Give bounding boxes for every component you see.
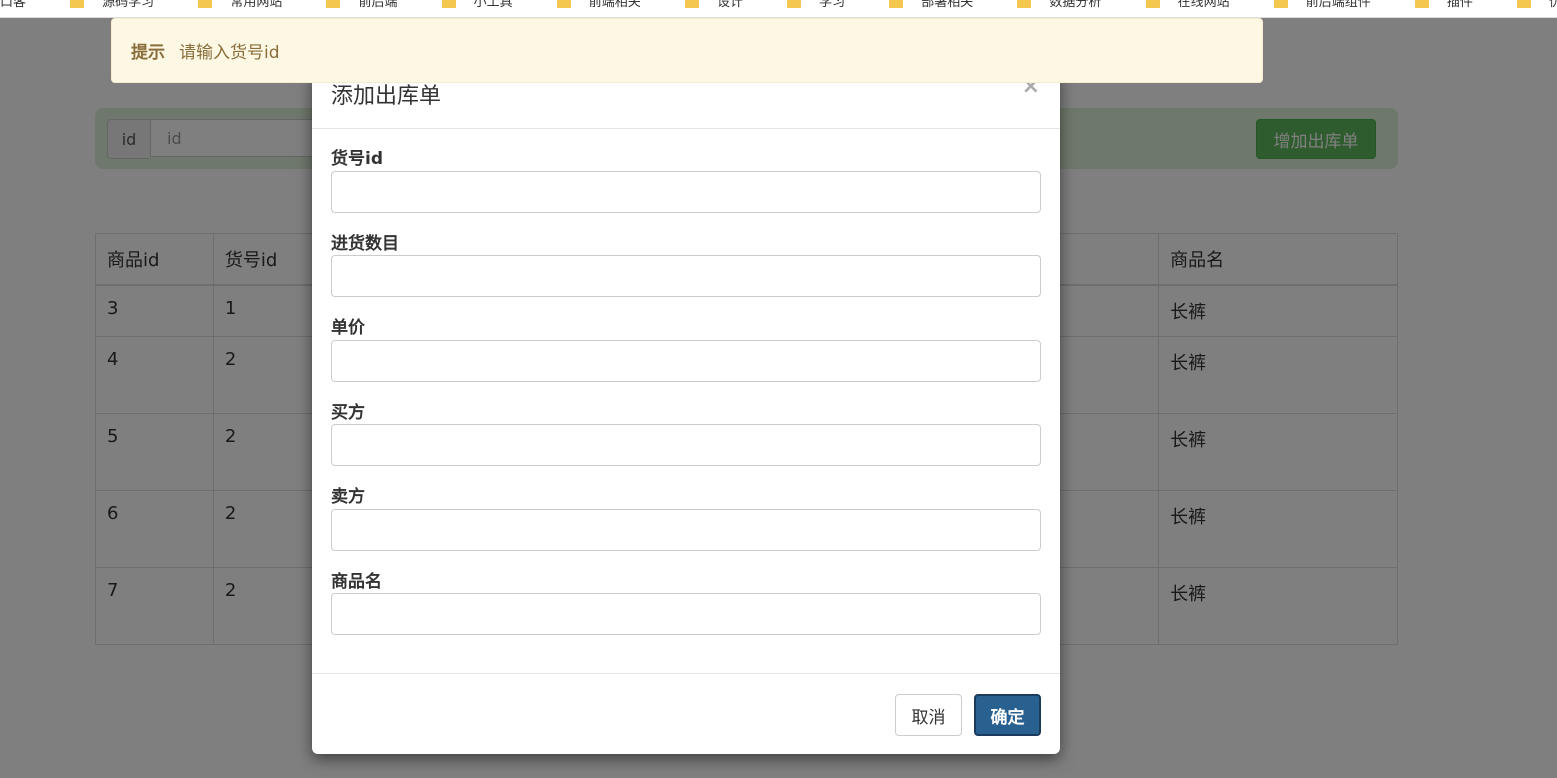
field-label-quantity: 进货数目 (331, 234, 399, 254)
bookmark-item[interactable]: 前后端 (326, 0, 397, 9)
bookmark-item[interactable]: 优化 (1517, 0, 1557, 9)
add-outbound-modal: 添加出库单 × 货号id 进货数目 单价 买方 卖方 商品名 取消 确定 (312, 70, 1060, 754)
field-label-item-id: 货号id (331, 149, 383, 169)
folder-icon (441, 0, 456, 8)
folder-icon (1145, 0, 1160, 8)
folder-icon (198, 0, 213, 8)
bookmark-item[interactable]: 口客 (0, 0, 26, 9)
bookmark-item[interactable]: 源码学习 (70, 0, 154, 9)
bookmark-item[interactable]: 插件 (1414, 0, 1473, 9)
modal-footer: 取消 确定 (312, 673, 1060, 755)
folder-icon (684, 0, 699, 8)
product-name-input[interactable] (331, 593, 1041, 635)
field-label-unit-price: 单价 (331, 318, 365, 338)
folder-icon (1017, 0, 1032, 8)
folder-icon (326, 0, 341, 8)
alert-title: 提示 (131, 43, 165, 63)
unit-price-input[interactable] (331, 340, 1041, 382)
bookmark-item[interactable]: 常用网站 (198, 0, 282, 9)
field-label-product-name: 商品名 (331, 572, 382, 592)
seller-input[interactable] (331, 509, 1041, 551)
folder-icon (556, 0, 571, 8)
bookmark-item[interactable]: 前端相关 (556, 0, 641, 9)
alert-message: 请输入货号id (179, 43, 280, 63)
buyer-input[interactable] (331, 424, 1041, 466)
bookmarks-bar: 口客 源码学习 常用网站 前后端 小工具 前端相关 设计 学习 部署相关 数据分… (0, 0, 1557, 18)
warning-alert: 提示 请输入货号id (111, 18, 1263, 83)
field-label-seller: 卖方 (331, 487, 365, 507)
cancel-button[interactable]: 取消 (895, 694, 962, 736)
bookmark-item[interactable]: 数据分析 (1017, 0, 1101, 9)
bookmark-item[interactable]: 在线网站 (1145, 0, 1230, 9)
bookmark-item[interactable]: 部署相关 (889, 0, 973, 9)
confirm-button[interactable]: 确定 (974, 694, 1041, 736)
folder-icon (70, 0, 85, 8)
folder-icon (787, 0, 802, 8)
bookmark-item[interactable]: 设计 (684, 0, 743, 9)
bookmark-item[interactable]: 学习 (787, 0, 845, 9)
folder-icon (889, 0, 904, 8)
folder-icon (1517, 0, 1532, 8)
folder-icon (1273, 0, 1288, 8)
field-label-buyer: 买方 (331, 403, 365, 423)
item-id-input[interactable] (331, 171, 1041, 213)
bookmark-item[interactable]: 前后端组件 (1273, 0, 1371, 9)
bookmark-item[interactable]: 小工具 (441, 0, 513, 9)
folder-icon (1414, 0, 1429, 8)
quantity-input[interactable] (331, 255, 1041, 297)
